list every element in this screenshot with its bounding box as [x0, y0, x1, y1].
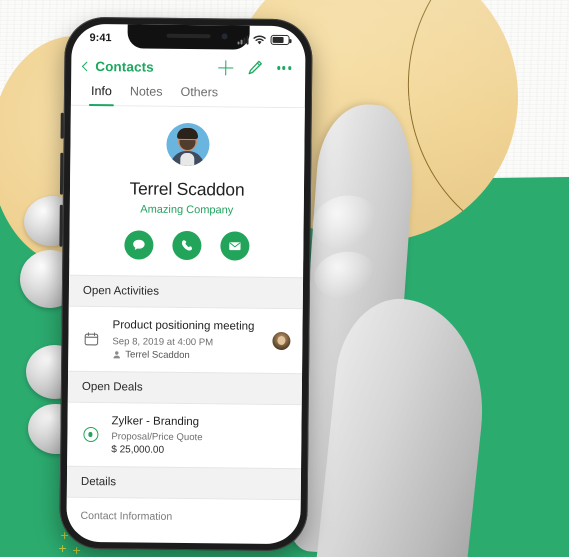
calendar-icon	[81, 331, 101, 347]
deal-row[interactable]: Zylker - Branding Proposal/Price Quote $…	[67, 402, 302, 469]
activity-row[interactable]: Product positioning meeting Sep 8, 2019 …	[68, 306, 303, 373]
deal-body: Zylker - Branding Proposal/Price Quote $…	[111, 414, 289, 457]
activity-title: Product positioning meeting	[112, 319, 255, 333]
header-actions	[218, 59, 292, 76]
back-label: Contacts	[95, 58, 154, 75]
phone-device: 9:41 Contacts Info Notes Others Terrel S…	[59, 16, 313, 552]
envelope-icon	[228, 242, 241, 251]
section-title-open-deals: Open Deals	[67, 370, 303, 405]
email-action-button[interactable]	[219, 231, 250, 261]
activity-owner-name: Terrel Scaddon	[125, 348, 190, 361]
phone-volume-down-button[interactable]	[59, 204, 63, 247]
deal-title: Zylker - Branding	[111, 414, 200, 428]
deal-amount: $ 25,000.00	[111, 444, 165, 456]
status-bar: 9:41	[71, 24, 305, 54]
contact-name: Terrel Scaddon	[129, 178, 245, 200]
phone-icon	[181, 240, 192, 251]
call-action-button[interactable]	[171, 230, 202, 261]
sparkle-icon: +	[58, 542, 68, 555]
chevron-left-icon	[81, 60, 92, 71]
status-time: 9:41	[89, 31, 112, 45]
deal-stage-icon	[80, 426, 100, 442]
contact-company: Amazing Company	[140, 203, 234, 217]
plus-icon[interactable]	[218, 60, 233, 75]
back-to-contacts-button[interactable]: Contacts	[81, 58, 154, 75]
phone-screen: 9:41 Contacts Info Notes Others Terrel S…	[66, 23, 306, 545]
person-icon	[113, 350, 120, 358]
deal-stage-label: Proposal/Price Quote	[111, 431, 203, 444]
activity-datetime: Sep 8, 2019 at 4:00 PM	[112, 335, 214, 348]
section-title-details: Details	[66, 465, 302, 501]
avatar[interactable]	[165, 122, 210, 167]
tab-notes[interactable]: Notes	[130, 84, 163, 105]
tab-others[interactable]: Others	[180, 85, 218, 106]
activity-owner-avatar[interactable]	[272, 331, 291, 350]
status-indicators	[237, 34, 290, 46]
tab-info[interactable]: Info	[91, 84, 112, 105]
sparkle-icon: +	[72, 544, 82, 557]
phone-volume-up-button[interactable]	[59, 152, 64, 195]
pencil-icon[interactable]	[247, 60, 263, 76]
scene: + + + 9:41 Contacts Info Notes Others Te…	[0, 0, 569, 557]
section-title-open-activities: Open Activities	[68, 274, 304, 310]
cellular-signal-icon	[237, 35, 249, 45]
activity-owner: Terrel Scaddon	[112, 349, 261, 362]
activity-body: Product positioning meeting Sep 8, 2019 …	[112, 318, 261, 361]
wifi-icon	[253, 35, 266, 44]
app-header: Contacts	[71, 52, 305, 80]
tab-bar: Info Notes Others	[70, 77, 306, 109]
contact-profile: Terrel Scaddon Amazing Company	[69, 105, 305, 262]
chat-action-button[interactable]	[123, 230, 154, 260]
quick-actions	[69, 230, 303, 261]
more-horizontal-icon[interactable]	[276, 66, 292, 70]
battery-icon	[270, 34, 290, 46]
chat-bubble-icon	[132, 239, 145, 251]
phone-mute-switch[interactable]	[60, 112, 64, 139]
contact-information-row[interactable]: Contact Information	[66, 497, 301, 535]
